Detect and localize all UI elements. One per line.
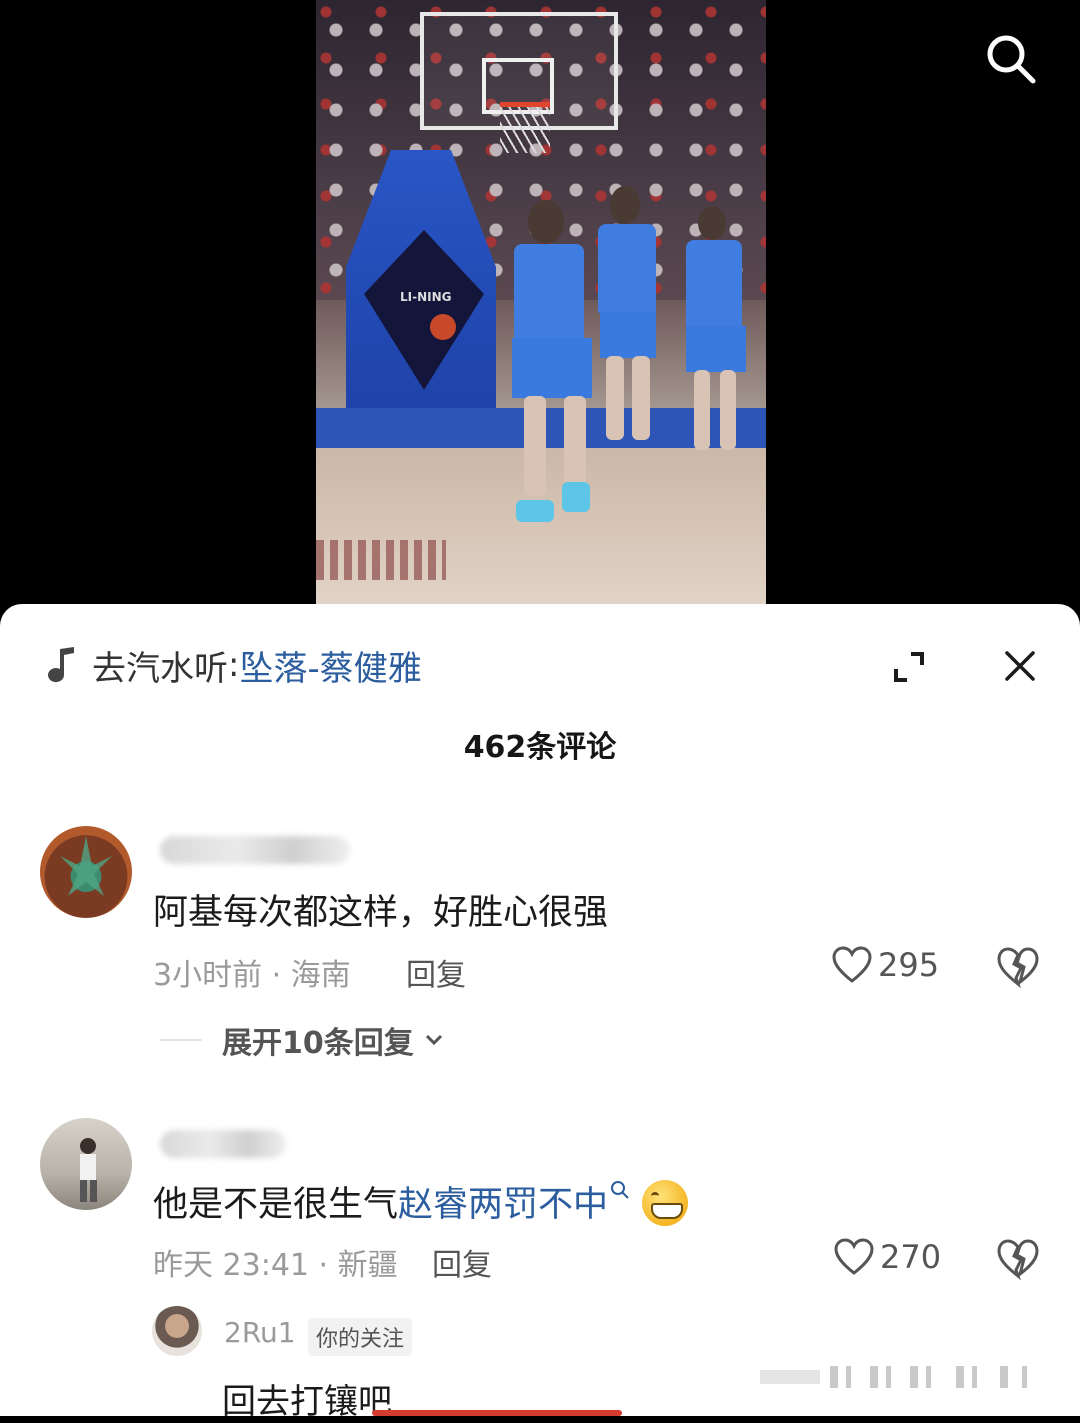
expand-icon <box>894 652 924 682</box>
scroll-indicator <box>372 1410 622 1416</box>
comment-count: 462条评论 <box>463 730 617 765</box>
heart-icon <box>832 946 872 983</box>
basketball-hoop <box>500 102 550 153</box>
watermark-icon <box>760 1366 1027 1388</box>
comment-keyword-link[interactable]: 赵睿两罚不中 <box>398 1185 608 1225</box>
music-prefix: 去汽水听 <box>92 648 228 689</box>
comment-item: 阿基每次都这样，好胜心很强 3小时前 · 海南 回复 295 展开10条回复 <box>0 824 1080 1061</box>
reply-username[interactable]: 2Ru1 <box>224 1316 296 1349</box>
music-link[interactable]: 去汽水听 : 坠落-蔡健雅 <box>46 640 422 690</box>
video-frame[interactable]: LI-NING <box>316 0 766 610</box>
comment-sheet: 去汽水听 : 坠落-蔡健雅 462条评论 阿基每次都这样，好胜心很强 3小时前 … <box>0 604 1080 1422</box>
reply-button[interactable]: 回复 <box>432 1240 492 1284</box>
search-icon <box>987 35 1036 84</box>
dislike-button[interactable] <box>996 1238 1040 1282</box>
music-separator: : <box>228 645 240 685</box>
avatar[interactable] <box>40 826 132 918</box>
keyword-search-icon <box>611 1181 629 1199</box>
reply-button[interactable]: 回复 <box>406 950 466 994</box>
basketball <box>430 314 456 340</box>
divider-line <box>160 1039 202 1041</box>
close-icon <box>1005 651 1035 681</box>
avatar-image <box>60 836 112 896</box>
expand-replies-button[interactable]: 展开10条回复 <box>160 1018 446 1062</box>
username-redacted <box>160 836 350 864</box>
music-note-icon <box>48 647 74 683</box>
username-redacted <box>160 1130 286 1158</box>
stanchion-logo: LI-NING <box>400 290 452 304</box>
expand-button[interactable] <box>884 642 934 692</box>
comment-meta: 3小时前 · 海南 <box>153 958 351 993</box>
like-count: 295 <box>878 946 940 984</box>
reply-avatar[interactable] <box>152 1306 202 1356</box>
court-floor-logo <box>316 540 446 580</box>
following-badge: 你的关注 <box>308 1318 413 1356</box>
like-count: 270 <box>880 1238 942 1276</box>
chevron-down-icon <box>425 1034 442 1046</box>
avatar[interactable] <box>40 1118 132 1210</box>
broken-heart-icon <box>997 947 1039 989</box>
video-player[interactable]: LI-NING <box>0 0 1080 610</box>
comment-text: 他是不是很生气赵睿两罚不中 <box>153 1176 689 1227</box>
grin-emoji-icon <box>642 1180 689 1226</box>
expand-replies-label: 展开10条回复 <box>222 1026 414 1061</box>
search-button[interactable] <box>978 26 1044 92</box>
comment-text-plain: 他是不是很生气 <box>153 1185 399 1225</box>
like-button[interactable]: 295 <box>832 946 939 984</box>
avatar-image <box>80 1138 97 1202</box>
close-button[interactable] <box>994 640 1046 692</box>
comment-meta: 昨天 23:41 · 新疆 <box>153 1248 398 1283</box>
dislike-button[interactable] <box>996 946 1040 990</box>
heart-icon <box>834 1238 874 1275</box>
music-song-name[interactable]: 坠落-蔡健雅 <box>239 641 421 690</box>
broken-heart-icon <box>997 1239 1039 1281</box>
comment-text: 阿基每次都这样，好胜心很强 <box>153 893 609 933</box>
like-button[interactable]: 270 <box>834 1238 941 1276</box>
